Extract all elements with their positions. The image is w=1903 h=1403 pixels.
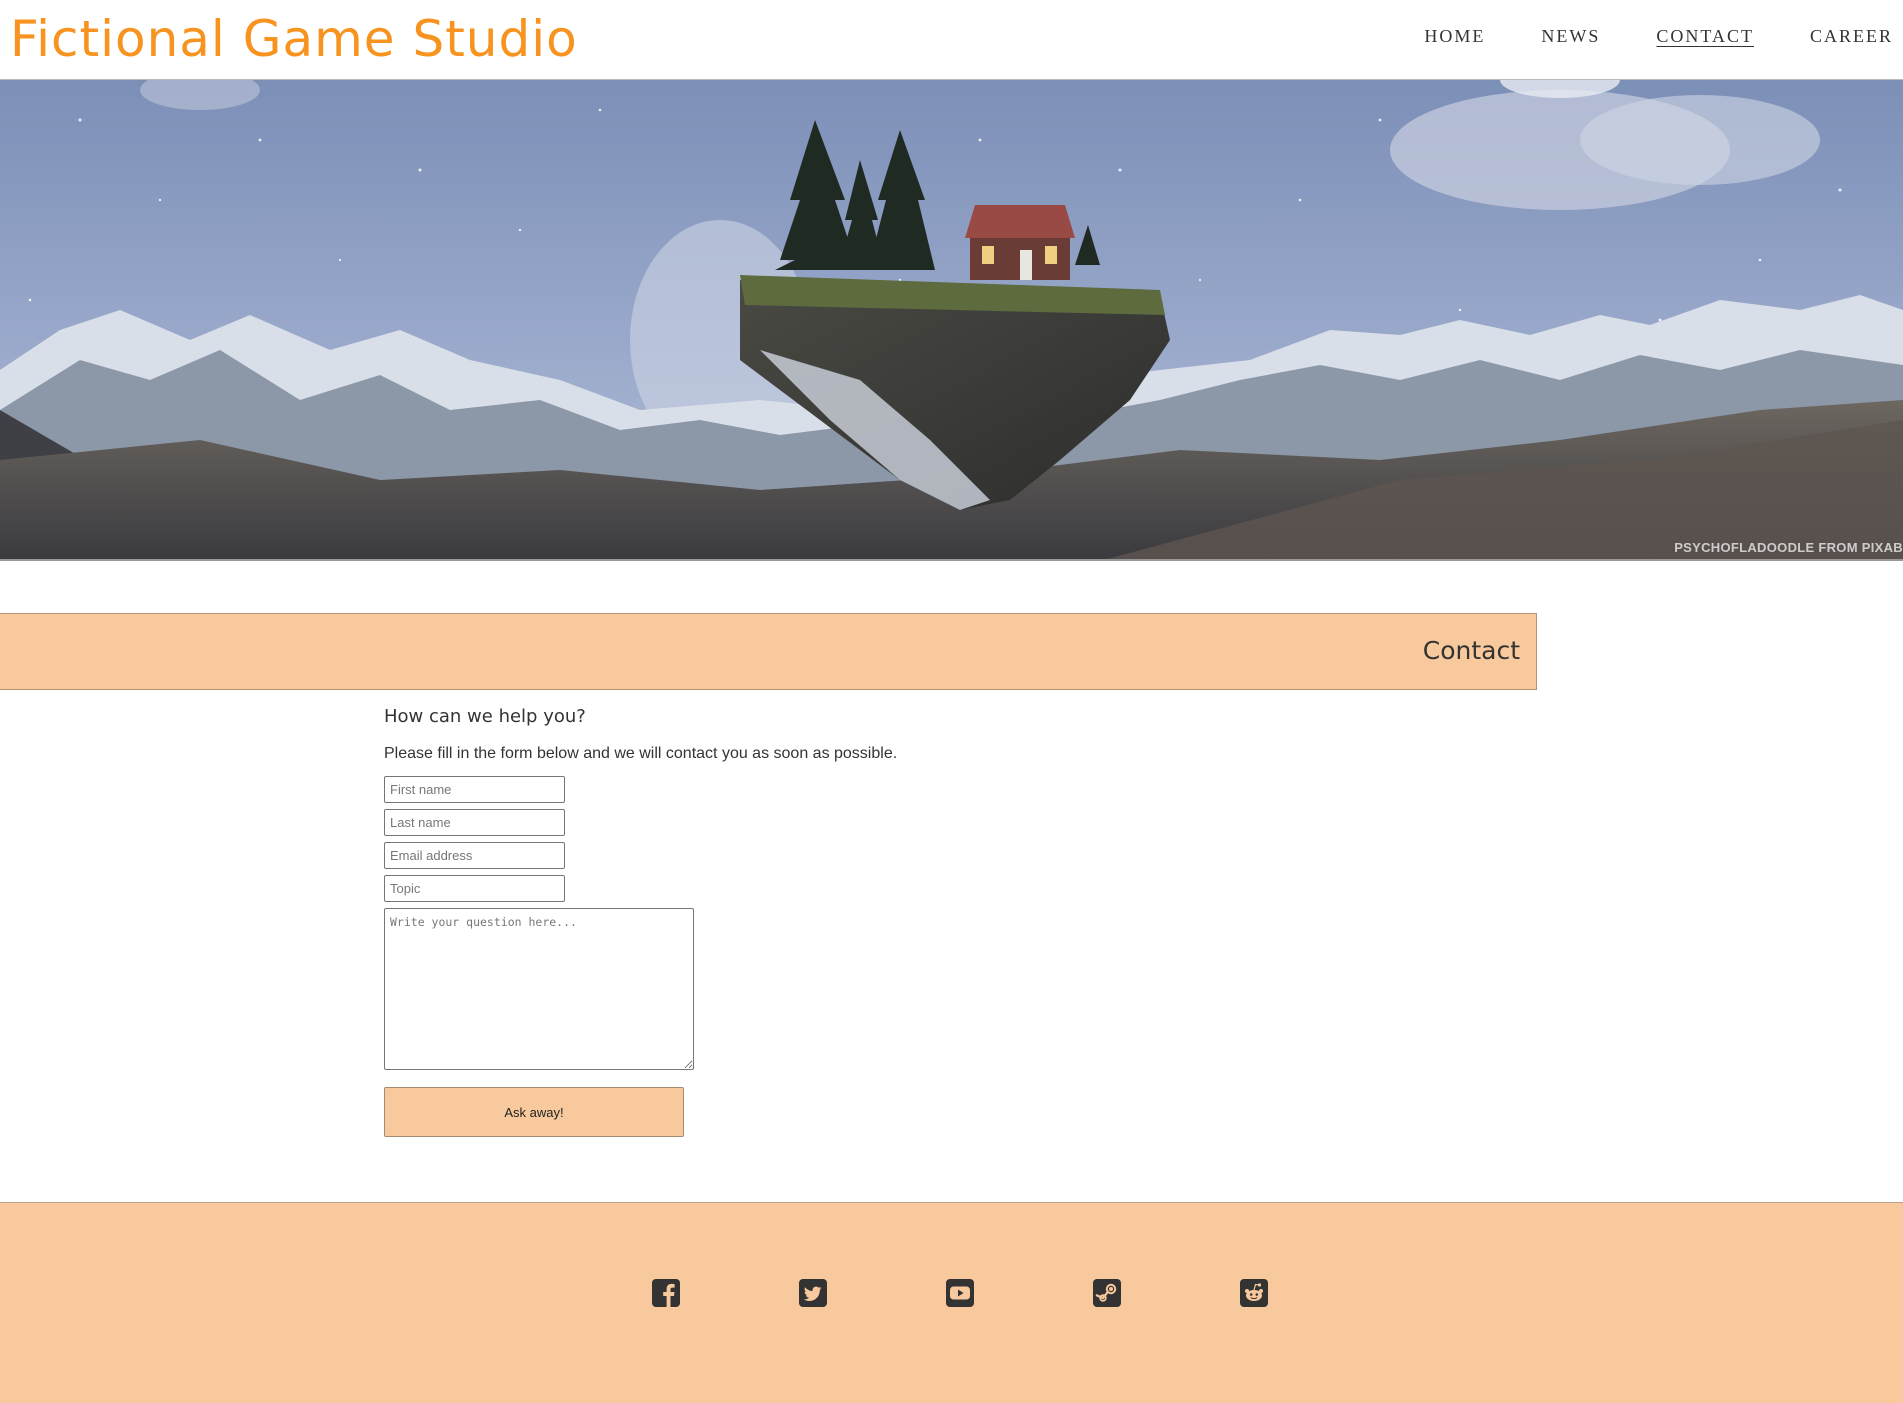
site-logo-text[interactable]: Fictional Game Studio bbox=[10, 10, 578, 68]
main-nav: HOME NEWS CONTACT CAREER bbox=[1368, 26, 1893, 47]
section-title: Contact bbox=[1422, 636, 1520, 665]
site-footer bbox=[0, 1202, 1903, 1403]
steam-icon[interactable] bbox=[1092, 1278, 1122, 1308]
ask-away-button[interactable]: Ask away! bbox=[384, 1087, 684, 1137]
nav-career-link[interactable]: CAREER bbox=[1810, 26, 1893, 47]
section-header-bar: Contact bbox=[0, 613, 1537, 690]
question-textarea[interactable] bbox=[384, 908, 694, 1070]
nav-news-link[interactable]: NEWS bbox=[1541, 26, 1600, 47]
facebook-icon[interactable] bbox=[651, 1278, 681, 1308]
hero-banner: PSYCHOFLADOODLE FROM PIXAB bbox=[0, 80, 1903, 561]
form-intro-text: Please fill in the form below and we wil… bbox=[384, 745, 898, 762]
email-input[interactable] bbox=[384, 842, 565, 869]
topic-input[interactable] bbox=[384, 875, 565, 902]
hero-image bbox=[0, 80, 1903, 559]
nav-home-link[interactable]: HOME bbox=[1424, 26, 1485, 47]
site-header: Fictional Game Studio HOME NEWS CONTACT … bbox=[0, 0, 1903, 80]
image-credit: PSYCHOFLADOODLE FROM PIXAB bbox=[1674, 540, 1903, 555]
first-name-input[interactable] bbox=[384, 776, 565, 803]
last-name-input[interactable] bbox=[384, 809, 565, 836]
form-heading: How can we help you? bbox=[384, 706, 586, 727]
youtube-icon[interactable] bbox=[945, 1278, 975, 1308]
reddit-icon[interactable] bbox=[1239, 1278, 1269, 1308]
contact-form-intro: How can we help you? Please fill in the … bbox=[384, 700, 897, 763]
nav-contact-link[interactable]: CONTACT bbox=[1656, 26, 1754, 47]
twitter-icon[interactable] bbox=[798, 1278, 828, 1308]
